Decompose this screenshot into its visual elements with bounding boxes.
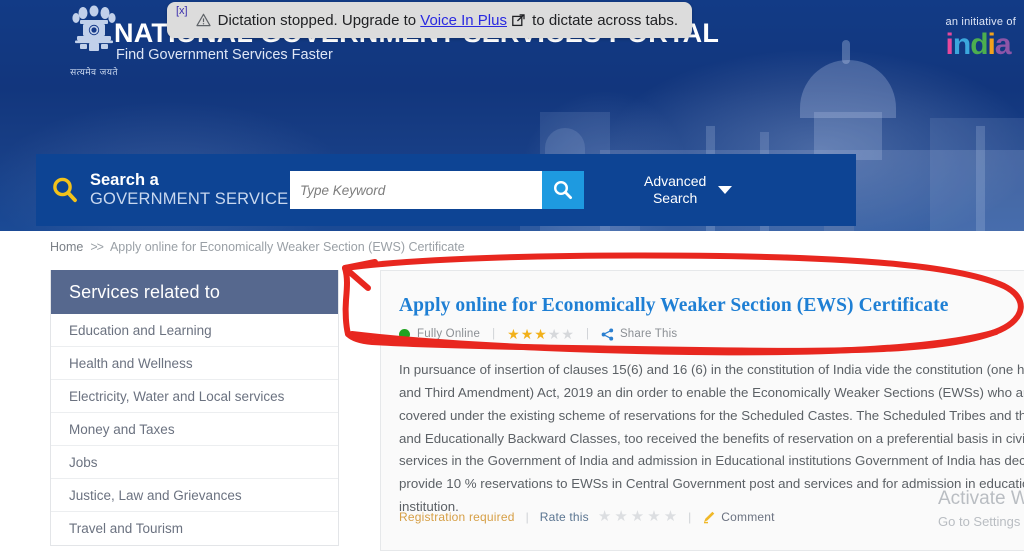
action-divider: | bbox=[525, 509, 529, 524]
description-line: covered under the existing scheme of res… bbox=[399, 407, 1024, 423]
sidebar-item-label: Electricity, Water and Local services bbox=[69, 388, 285, 404]
meta-divider: | bbox=[492, 328, 496, 340]
sidebar-item-travel[interactable]: Travel and Tourism bbox=[51, 512, 338, 545]
services-sidebar: Services related to Education and Learni… bbox=[50, 270, 339, 546]
windows-activation-watermark: Activate Windows Go to Settings to activ… bbox=[938, 488, 1024, 529]
portal-tagline: Find Government Services Faster bbox=[116, 47, 333, 63]
registration-required-link[interactable]: Registration required bbox=[399, 510, 515, 524]
description-line: In pursuance of insertion of clauses 15(… bbox=[399, 362, 1024, 377]
share-label: Share This bbox=[619, 328, 678, 340]
action-divider: | bbox=[688, 509, 692, 524]
page-root: सत्यमेव जयते NATIONAL GOVERNMENT SERVICE… bbox=[0, 0, 1024, 551]
voice-in-plus-link[interactable]: Voice In Plus bbox=[420, 12, 507, 29]
star-icon[interactable]: ★ bbox=[598, 509, 611, 524]
meta-divider: | bbox=[585, 328, 589, 340]
sidebar-item-jobs[interactable]: Jobs bbox=[51, 446, 338, 479]
star-icon[interactable]: ★ bbox=[614, 509, 627, 524]
description-line: services in the Government of India and … bbox=[399, 453, 1024, 469]
status-dot-icon bbox=[399, 328, 410, 340]
search-label-line1: Search a bbox=[90, 170, 159, 189]
service-description: In pursuance of insertion of clauses 15(… bbox=[399, 359, 1024, 519]
breadcrumb-home-link[interactable]: Home bbox=[50, 240, 83, 254]
search-bar: Search a GOVERNMENT SERVICE Advanced Sea… bbox=[36, 154, 856, 226]
star-icon: ★ bbox=[520, 326, 534, 342]
service-meta-row: Fully Online | ★ ★ ★ ★ ★ | Share This bbox=[399, 327, 1024, 341]
star-icon[interactable]: ★ bbox=[647, 509, 660, 524]
search-icon bbox=[53, 177, 77, 203]
external-link-icon[interactable] bbox=[512, 13, 525, 27]
dictation-text-after: to dictate across tabs. bbox=[532, 11, 679, 29]
search-label-group: Search a GOVERNMENT SERVICE bbox=[36, 170, 290, 208]
watermark-line1: Activate Windows bbox=[938, 488, 1024, 509]
breadcrumb-current: Apply online for Economically Weaker Sec… bbox=[109, 240, 465, 254]
rate-this-label: Rate this bbox=[539, 509, 589, 524]
chevron-down-icon bbox=[718, 186, 733, 194]
sidebar-item-electricity[interactable]: Electricity, Water and Local services bbox=[51, 380, 338, 413]
service-rating-stars: ★ ★ ★ ★ ★ bbox=[507, 327, 574, 341]
dictation-notification: [x] Dictation stopped. Upgrade to Voice … bbox=[167, 2, 693, 38]
comment-button[interactable]: Comment bbox=[702, 510, 774, 524]
breadcrumb: Home >> Apply online for Economically Weak… bbox=[50, 240, 465, 254]
search-icon bbox=[553, 180, 573, 200]
search-submit-button[interactable] bbox=[542, 171, 584, 209]
sidebar-item-label: Health and Wellness bbox=[69, 355, 193, 371]
warning-triangle-icon bbox=[196, 13, 211, 27]
sidebar-item-label: Education and Learning bbox=[69, 322, 212, 338]
star-icon: ★ bbox=[561, 326, 574, 342]
star-icon: ★ bbox=[547, 326, 561, 342]
description-line: and Educationally Backward Classes, too … bbox=[399, 430, 1024, 446]
share-button[interactable]: Share This bbox=[601, 327, 678, 341]
sidebar-item-label: Jobs bbox=[69, 454, 98, 470]
emblem-motto: सत्यमेव जयते bbox=[70, 68, 118, 78]
initiative-label: an initiative of bbox=[945, 16, 1016, 28]
sidebar-item-label: Justice, Law and Grievances bbox=[69, 487, 242, 503]
breadcrumb-separator: >> bbox=[90, 240, 104, 254]
sidebar-item-education[interactable]: Education and Learning bbox=[51, 314, 338, 347]
description-line: and Third Amendment) Act, 2019 an din or… bbox=[399, 384, 1024, 400]
sidebar-item-justice[interactable]: Justice, Law and Grievances bbox=[51, 479, 338, 512]
service-action-row: Registration required | Rate this ★ ★ ★ … bbox=[399, 509, 775, 524]
dictation-text-before: Dictation stopped. Upgrade to bbox=[217, 11, 417, 29]
search-input[interactable] bbox=[290, 171, 542, 209]
share-icon bbox=[601, 327, 614, 341]
advanced-search-toggle[interactable]: Advanced Search bbox=[644, 173, 733, 206]
sidebar-list: Education and Learning Health and Wellne… bbox=[51, 314, 338, 545]
advanced-search-line2: Search bbox=[652, 190, 698, 206]
service-title[interactable]: Apply online for Economically Weaker Sec… bbox=[399, 295, 1024, 317]
advanced-search-line1: Advanced bbox=[644, 173, 707, 190]
sidebar-item-health[interactable]: Health and Wellness bbox=[51, 347, 338, 380]
sidebar-item-label: Money and Taxes bbox=[69, 421, 175, 437]
india-wordmark: india bbox=[945, 28, 1012, 61]
description-line: provide 10 % reservations to EWSs in Cen… bbox=[399, 476, 1024, 492]
close-icon[interactable]: [x] bbox=[176, 5, 188, 17]
sidebar-item-money[interactable]: Money and Taxes bbox=[51, 413, 338, 446]
rate-this-stars[interactable]: ★ ★ ★ ★ ★ bbox=[598, 509, 677, 524]
status-badge: Fully Online bbox=[417, 328, 481, 340]
sidebar-header: Services related to bbox=[51, 270, 338, 314]
star-icon[interactable]: ★ bbox=[631, 509, 644, 524]
india-initiative-logo: an initiative of india bbox=[946, 16, 1016, 60]
sidebar-item-label: Travel and Tourism bbox=[69, 521, 184, 536]
star-icon: ★ bbox=[507, 326, 520, 342]
star-icon[interactable]: ★ bbox=[664, 509, 677, 524]
search-label-line2: GOVERNMENT SERVICE bbox=[90, 189, 289, 208]
service-detail-card: Apply online for Economically Weaker Sec… bbox=[380, 270, 1024, 551]
search-field-group bbox=[290, 171, 584, 209]
pencil-icon bbox=[704, 511, 715, 523]
watermark-line2: Go to Settings to activate Windows. bbox=[938, 513, 1024, 529]
comment-label: Comment bbox=[721, 509, 775, 524]
dictation-message: Dictation stopped. Upgrade to Voice In P… bbox=[218, 12, 678, 29]
star-icon: ★ bbox=[534, 326, 547, 342]
